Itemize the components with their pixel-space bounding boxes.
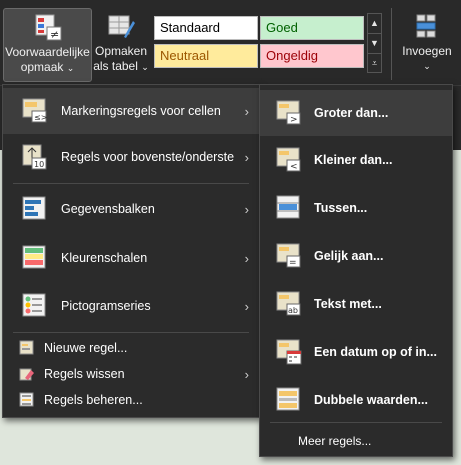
color-scales-icon <box>22 245 48 271</box>
icon-sets-icon <box>22 293 48 319</box>
menu-item-highlight-rules[interactable]: ≤> Markeringsregels voor cellen › <box>3 88 259 134</box>
style-standaard[interactable]: Standaard <box>154 16 258 40</box>
cond-format-label-1: Voorwaardelijke <box>5 45 90 59</box>
submenu-item-between[interactable]: Tussen... <box>260 185 452 231</box>
text-contains-icon: ab <box>276 291 302 317</box>
ribbon: ≠ Voorwaardelijke opmaak ⌄ Opmaken als t… <box>0 0 461 86</box>
styles-scroll: ▲ ▼ ⩡ <box>367 13 382 73</box>
submenu-item-label: Tekst met... <box>314 297 382 311</box>
top-bottom-rules-icon: 10 <box>22 144 48 170</box>
submenu-item-label: Gelijk aan... <box>314 249 384 263</box>
submenu-item-duplicate-values[interactable]: Dubbele waarden... <box>260 377 452 423</box>
more-rules-link[interactable]: Meer regels... <box>260 428 452 454</box>
menu-item-label: Nieuwe regel... <box>44 341 128 355</box>
svg-text:<: < <box>290 162 298 172</box>
svg-text:≠: ≠ <box>50 28 59 41</box>
menu-item-new-rule[interactable]: Nieuwe regel... <box>3 335 259 361</box>
manage-rules-icon <box>19 392 35 408</box>
style-goed[interactable]: Goed <box>260 16 364 40</box>
menu-separator <box>13 332 249 333</box>
menu-item-icon-sets[interactable]: Pictogramseries › <box>3 283 259 329</box>
chevron-down-icon: ⌄ <box>141 62 149 72</box>
between-icon <box>276 195 302 221</box>
insert-button[interactable]: Invoegen ⌄ <box>398 8 456 82</box>
submenu-item-text-contains[interactable]: ab Tekst met... <box>260 281 452 327</box>
svg-text:=: = <box>289 258 297 268</box>
submenu-arrow-icon: › <box>244 103 249 119</box>
scroll-down-icon[interactable]: ▼ <box>368 34 381 54</box>
menu-item-label: Gegevensbalken <box>61 202 155 216</box>
format-table-label-1: Opmaken <box>94 44 148 58</box>
cond-format-label-2: opmaak <box>20 60 64 74</box>
menu-item-label: Pictogramseries <box>61 299 151 313</box>
submenu-arrow-icon: › <box>244 366 249 382</box>
menu-item-manage-rules[interactable]: Regels beheren... <box>3 387 259 413</box>
highlight-rules-icon: ≤> <box>22 98 48 124</box>
svg-text:≤>: ≤> <box>34 113 47 122</box>
submenu-item-greater-than[interactable]: > Groter dan... <box>260 90 452 136</box>
clear-rules-icon <box>19 366 35 382</box>
svg-text:ab: ab <box>288 306 298 315</box>
duplicate-values-icon <box>276 387 302 413</box>
submenu-item-label: Een datum op of in... <box>314 345 437 359</box>
menu-item-clear-rules[interactable]: Regels wissen › <box>3 361 259 387</box>
data-bars-icon <box>22 196 48 222</box>
menu-item-label: Regels voor bovenste/onderste <box>61 150 235 164</box>
insert-cells-icon <box>412 11 442 41</box>
svg-text:10: 10 <box>34 160 44 169</box>
submenu-item-label: Dubbele waarden... <box>314 393 428 407</box>
submenu-arrow-icon: › <box>244 149 249 165</box>
menu-item-color-scales[interactable]: Kleurenschalen › <box>3 235 259 281</box>
conditional-formatting-icon: ≠ <box>33 12 63 42</box>
menu-item-label: Regels beheren... <box>44 393 143 407</box>
format-as-table-button[interactable]: Opmaken als tabel ⌄ <box>93 8 149 82</box>
equal-to-icon: = <box>276 243 302 269</box>
style-neutraal[interactable]: Neutraal <box>154 44 258 68</box>
conditional-formatting-menu: ≤> Markeringsregels voor cellen › 10 Reg… <box>2 84 260 418</box>
less-than-icon: < <box>276 147 302 173</box>
submenu-item-label: Groter dan... <box>314 106 389 120</box>
format-table-label-2: als tabel <box>93 59 138 73</box>
submenu-arrow-icon: › <box>244 250 249 266</box>
submenu-item-equal-to[interactable]: = Gelijk aan... <box>260 233 452 279</box>
insert-label: Invoegen <box>402 44 452 58</box>
highlight-rules-submenu: > Groter dan... < Kleiner dan... Tussen.… <box>259 84 453 457</box>
submenu-item-date-occurring[interactable]: Een datum op of in... <box>260 329 452 375</box>
new-rule-icon <box>19 340 35 356</box>
chevron-down-icon: ⌄ <box>423 61 431 71</box>
submenu-separator <box>270 422 442 423</box>
cell-styles-gallery: Standaard Goed Neutraal Ongeldig <box>152 14 384 72</box>
conditional-formatting-button[interactable]: ≠ Voorwaardelijke opmaak ⌄ <box>3 8 92 82</box>
submenu-arrow-icon: › <box>244 298 249 314</box>
date-occurring-icon <box>276 339 302 365</box>
format-as-table-icon <box>106 11 136 41</box>
svg-text:>: > <box>290 115 298 125</box>
submenu-item-label: Tussen... <box>314 201 368 215</box>
menu-separator <box>13 183 249 184</box>
menu-item-data-bars[interactable]: Gegevensbalken › <box>3 186 259 232</box>
menu-item-label: Markeringsregels voor cellen <box>61 104 221 118</box>
style-ongeldig[interactable]: Ongeldig <box>260 44 364 68</box>
submenu-arrow-icon: › <box>244 201 249 217</box>
ribbon-separator <box>391 8 392 80</box>
submenu-item-label: Kleiner dan... <box>314 153 393 167</box>
menu-item-label: Regels wissen <box>44 367 125 381</box>
greater-than-icon: > <box>276 100 302 126</box>
submenu-item-less-than[interactable]: < Kleiner dan... <box>260 137 452 183</box>
menu-item-top-bottom-rules[interactable]: 10 Regels voor bovenste/onderste › <box>3 134 259 180</box>
scroll-up-icon[interactable]: ▲ <box>368 14 381 34</box>
chevron-down-icon: ⌄ <box>66 63 75 73</box>
menu-item-label: Kleurenschalen <box>61 251 148 265</box>
expand-gallery-icon[interactable]: ⩡ <box>368 54 381 73</box>
